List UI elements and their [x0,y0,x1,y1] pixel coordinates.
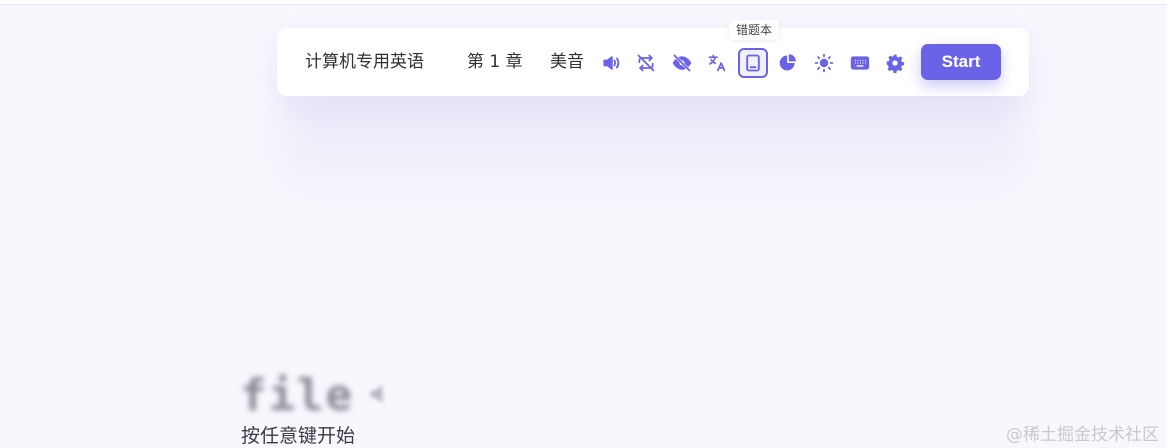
top-divider [0,0,1167,5]
pronunciation-selector[interactable]: 美音 [550,28,584,96]
dictionary-selector[interactable]: 计算机专用英语 [305,28,424,96]
watermark: @稀土掘金技术社区 [1006,425,1159,445]
toolbar-glow [280,95,1025,210]
tooltip-error-book: 错题本 [729,20,779,40]
settings-icon[interactable] [882,50,908,76]
keyboard-icon[interactable] [847,50,873,76]
current-word: file [240,370,354,421]
translate-icon[interactable] [704,50,730,76]
eye-off-icon[interactable] [669,50,695,76]
toolbar: 计算机专用英语 第 1 章 美音 Start [277,28,1029,96]
error-book-icon[interactable] [738,48,768,78]
start-hint: 按任意键开始 [241,425,356,447]
chapter-selector[interactable]: 第 1 章 [467,28,523,96]
speaker-icon[interactable] [598,50,624,76]
start-button[interactable]: Start [921,44,1001,80]
stats-icon[interactable] [775,50,801,76]
word-speaker-icon[interactable] [366,380,394,408]
brightness-icon[interactable] [811,50,837,76]
loop-off-icon[interactable] [633,50,659,76]
